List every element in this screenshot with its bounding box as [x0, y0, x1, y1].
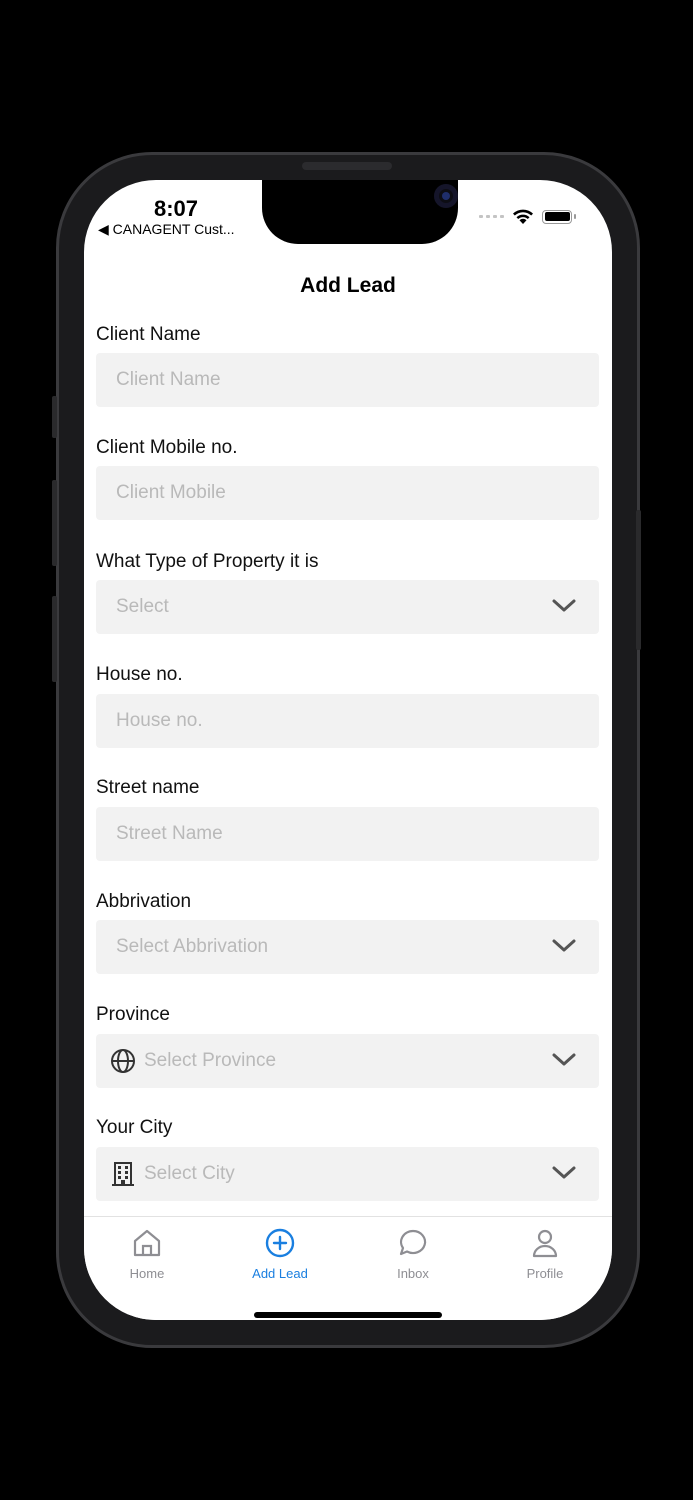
tab-add-lead[interactable]: Add Lead — [230, 1227, 330, 1281]
house-no-label: House no. — [96, 664, 183, 685]
globe-icon — [110, 1048, 136, 1074]
mute-switch — [52, 396, 57, 438]
tab-home[interactable]: Home — [97, 1227, 197, 1281]
province-label: Province — [96, 1004, 170, 1025]
tab-home-label: Home — [129, 1266, 165, 1281]
client-mobile-input[interactable] — [116, 482, 599, 504]
app-screen: 8:07 ◀ CANAGENT Cust... Add Lead Client … — [84, 180, 612, 1320]
home-icon — [133, 1229, 161, 1257]
chevron-down-icon — [552, 1053, 576, 1066]
city-label: Your City — [96, 1117, 173, 1138]
chevron-down-icon — [552, 1166, 576, 1179]
status-time: 8:07 — [154, 196, 199, 221]
abbrivation-placeholder: Select Abbrivation — [116, 936, 269, 957]
property-type-label: What Type of Property it is — [96, 551, 319, 572]
province-placeholder: Select Province — [144, 1050, 277, 1071]
bottom-tab-bar: Home Add Lead Inbox Profile — [84, 1216, 612, 1320]
client-name-field-box — [96, 353, 599, 407]
city-placeholder: Select City — [144, 1163, 235, 1184]
cellular-signal-icon — [479, 215, 504, 218]
wifi-icon — [513, 209, 533, 224]
house-no-input[interactable] — [116, 710, 599, 732]
property-type-select[interactable]: Select — [96, 580, 599, 634]
chevron-down-icon — [552, 939, 576, 952]
tab-inbox-label: Inbox — [397, 1266, 429, 1281]
volume-down-button — [52, 596, 57, 682]
page-title: Add Lead — [300, 274, 396, 297]
house-no-field-box — [96, 694, 599, 748]
street-name-input[interactable] — [116, 823, 599, 845]
chevron-down-icon — [552, 599, 576, 612]
chat-bubble-icon — [399, 1229, 427, 1256]
earpiece-speaker — [302, 162, 392, 170]
property-type-placeholder: Select — [116, 596, 169, 617]
tab-add-lead-label: Add Lead — [252, 1266, 308, 1281]
client-mobile-label: Client Mobile no. — [96, 437, 238, 458]
building-icon — [110, 1160, 136, 1188]
status-indicators — [479, 208, 576, 225]
home-indicator[interactable] — [254, 1312, 442, 1318]
city-select[interactable]: Select City — [96, 1147, 599, 1201]
person-icon — [532, 1229, 558, 1258]
street-name-field-box — [96, 807, 599, 861]
front-camera — [434, 184, 458, 208]
client-mobile-field-box — [96, 466, 599, 520]
volume-up-button — [52, 480, 57, 566]
battery-icon — [542, 209, 576, 224]
client-name-input[interactable] — [116, 369, 599, 391]
street-name-label: Street name — [96, 777, 200, 798]
client-name-label: Client Name — [96, 324, 201, 345]
notch — [262, 180, 458, 244]
power-button — [636, 510, 641, 650]
abbrivation-select[interactable]: Select Abbrivation — [96, 920, 599, 974]
abbrivation-label: Abbrivation — [96, 891, 192, 912]
tab-inbox[interactable]: Inbox — [363, 1227, 463, 1281]
tab-profile[interactable]: Profile — [495, 1227, 595, 1281]
tab-profile-label: Profile — [526, 1266, 564, 1281]
back-to-app-link[interactable]: ◀ CANAGENT Cust... — [98, 221, 235, 238]
add-circle-icon — [265, 1228, 295, 1258]
province-select[interactable]: Select Province — [96, 1034, 599, 1088]
